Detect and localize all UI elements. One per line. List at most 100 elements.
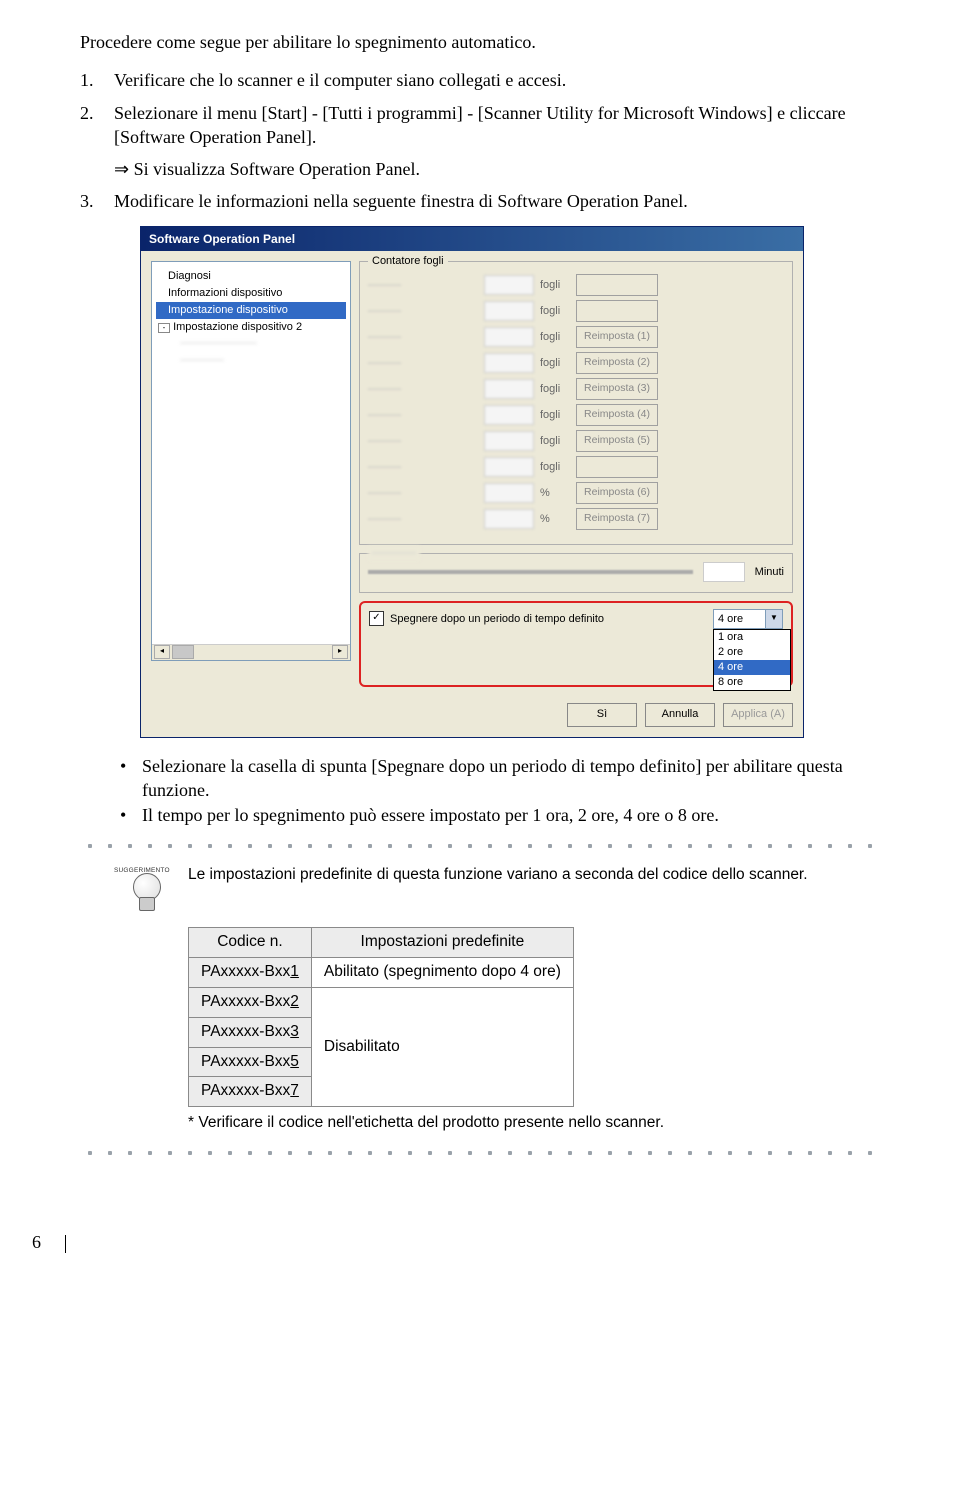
minutes-value bbox=[703, 562, 745, 582]
bullet-item: • Selezionare la casella di spunta [Speg… bbox=[120, 754, 880, 803]
tip-text: Le impostazioni predefinite di questa fu… bbox=[188, 865, 808, 886]
dd-option[interactable]: 8 ore bbox=[714, 675, 790, 690]
ok-button[interactable]: Sì bbox=[567, 703, 637, 727]
highlight-box: ✓ Spegnere dopo un periodo di tempo defi… bbox=[359, 601, 793, 687]
step-number: 1. bbox=[80, 68, 100, 92]
tree-panel[interactable]: Diagnosi Informazioni dispositivo Impost… bbox=[151, 261, 351, 661]
settings-table: Codice n. Impostazioni predefinite PAxxx… bbox=[188, 927, 574, 1108]
step-result: Si visualizza Software Operation Panel. bbox=[114, 157, 880, 181]
reset-button[interactable]: Reimposta (3) bbox=[576, 378, 658, 400]
tree-item-info[interactable]: Informazioni dispositivo bbox=[156, 285, 346, 302]
step-text: Selezionare il menu [Start] - [Tutti i p… bbox=[114, 101, 880, 150]
table-cell-code: PAxxxxx-Bxx7 bbox=[189, 1077, 312, 1107]
dropdown-list[interactable]: 1 ora 2 ore 4 ore 8 ore bbox=[713, 629, 791, 691]
counter-label-blurred: ——— bbox=[368, 278, 478, 293]
counter-value bbox=[484, 457, 534, 477]
tree-scrollbar[interactable]: ◂ ▸ bbox=[152, 644, 350, 660]
counter-row: ———fogli bbox=[368, 300, 784, 322]
counter-value bbox=[484, 379, 534, 399]
bullet-item: • Il tempo per lo spegnimento può essere… bbox=[120, 803, 880, 827]
counter-unit: fogli bbox=[540, 356, 570, 371]
reset-button[interactable]: Reimposta (2) bbox=[576, 352, 658, 374]
counter-value bbox=[484, 275, 534, 295]
dotted-divider bbox=[80, 843, 880, 849]
tree-item-impostazione2[interactable]: - Impostazione dispositivo 2 bbox=[156, 319, 346, 336]
step-3: 3. Modificare le informazioni nella segu… bbox=[80, 189, 880, 213]
reset-button[interactable]: Reimposta (6) bbox=[576, 482, 658, 504]
apply-button[interactable]: Applica (A) bbox=[723, 703, 793, 727]
scroll-right-icon[interactable]: ▸ bbox=[332, 645, 348, 659]
counter-row: ———% Reimposta (6) bbox=[368, 482, 784, 504]
step-number: 2. bbox=[80, 101, 100, 150]
dd-option[interactable]: 2 ore bbox=[714, 645, 790, 660]
counter-unit: % bbox=[540, 486, 570, 501]
table-cell-code: PAxxxxx-Bxx3 bbox=[189, 1017, 312, 1047]
counter-value bbox=[484, 405, 534, 425]
scroll-left-icon[interactable]: ◂ bbox=[154, 645, 170, 659]
counter-row: ———fogliReimposta (5) bbox=[368, 430, 784, 452]
reset-button[interactable]: Reimposta (7) bbox=[576, 508, 658, 530]
table-footnote: * Verificare il codice nell'etichetta de… bbox=[188, 1113, 880, 1134]
counter-row: ——— fogli bbox=[368, 274, 784, 296]
counter-label-blurred: ——— bbox=[368, 434, 478, 449]
table-cell-code: PAxxxxx-Bxx5 bbox=[189, 1047, 312, 1077]
poweroff-dropdown[interactable]: 4 ore ▼ 1 ora 2 ore 4 ore 8 ore bbox=[713, 609, 783, 629]
tree-item-impostazione[interactable]: Impostazione dispositivo bbox=[156, 302, 346, 319]
contatore-fieldset: Contatore fogli ———fogli———fogli———fogli… bbox=[359, 261, 793, 545]
counter-unit: fogli bbox=[540, 278, 570, 293]
counter-value bbox=[484, 353, 534, 373]
table-cell-code: PAxxxxx-Bxx1 bbox=[189, 957, 312, 987]
tip-bulb-icon: SUGGERIMENTO bbox=[120, 865, 172, 917]
chevron-down-icon[interactable]: ▼ bbox=[765, 610, 782, 628]
scroll-thumb[interactable] bbox=[172, 645, 194, 659]
table-cell-value: Abilitato (spegnimento dopo 4 ore) bbox=[311, 957, 573, 987]
reset-button[interactable]: Reimposta (1) bbox=[576, 326, 658, 348]
reset-button[interactable]: Reimposta (4) bbox=[576, 404, 658, 426]
counter-unit: fogli bbox=[540, 330, 570, 345]
counter-value bbox=[484, 327, 534, 347]
step-text: Verificare che lo scanner e il computer … bbox=[114, 68, 880, 92]
counter-row: ——— fogli Reimposta (3) bbox=[368, 378, 784, 400]
fieldset-legend: Contatore fogli bbox=[368, 254, 448, 269]
sop-window: Software Operation Panel Diagnosi Inform… bbox=[140, 226, 804, 738]
counter-label-blurred: ——— bbox=[368, 382, 478, 397]
reset-button bbox=[576, 456, 658, 478]
step-text: Modificare le informazioni nella seguent… bbox=[114, 189, 880, 213]
counter-value bbox=[484, 431, 534, 451]
window-title: Software Operation Panel bbox=[141, 227, 803, 251]
cancel-button[interactable]: Annulla bbox=[645, 703, 715, 727]
counter-label-blurred: ——— bbox=[368, 512, 478, 527]
counter-label-blurred: ——— bbox=[368, 408, 478, 423]
counter-row: ——— fogli bbox=[368, 456, 784, 478]
dd-option[interactable]: 4 ore bbox=[714, 660, 790, 675]
minutes-unit: Minuti bbox=[755, 565, 784, 580]
poweroff-checkbox-label: Spegnere dopo un periodo di tempo defini… bbox=[390, 612, 604, 627]
minutes-slider[interactable] bbox=[368, 570, 693, 574]
dd-option[interactable]: 1 ora bbox=[714, 630, 790, 645]
reset-button[interactable]: Reimposta (5) bbox=[576, 430, 658, 452]
counter-label-blurred: ——— bbox=[368, 356, 478, 371]
counter-label-blurred: ——— bbox=[368, 486, 478, 501]
counter-unit: fogli bbox=[540, 382, 570, 397]
page-number: 6 bbox=[32, 1232, 960, 1253]
step-number: 3. bbox=[80, 189, 100, 213]
reset-button bbox=[576, 274, 658, 296]
step-2: 2. Selezionare il menu [Start] - [Tutti … bbox=[80, 101, 880, 150]
tree-item-blurred: ——————— bbox=[156, 335, 346, 352]
counter-value bbox=[484, 483, 534, 503]
reset-button bbox=[576, 300, 658, 322]
counter-label-blurred: ——— bbox=[368, 304, 478, 319]
table-header-default: Impostazioni predefinite bbox=[311, 927, 573, 957]
poweroff-checkbox[interactable]: ✓ bbox=[369, 611, 384, 626]
tree-item-diagnosi[interactable]: Diagnosi bbox=[156, 268, 346, 285]
energy-fieldset: ———— Minuti bbox=[359, 553, 793, 593]
counter-value bbox=[484, 301, 534, 321]
counter-row: ———fogliReimposta (4) bbox=[368, 404, 784, 426]
counter-label-blurred: ——— bbox=[368, 460, 478, 475]
counter-label-blurred: ——— bbox=[368, 330, 478, 345]
fieldset-legend-blurred: ———— bbox=[368, 546, 420, 561]
counter-row: ———%Reimposta (7) bbox=[368, 508, 784, 530]
table-header-code: Codice n. bbox=[189, 927, 312, 957]
counter-value bbox=[484, 509, 534, 529]
counter-unit: fogli bbox=[540, 460, 570, 475]
